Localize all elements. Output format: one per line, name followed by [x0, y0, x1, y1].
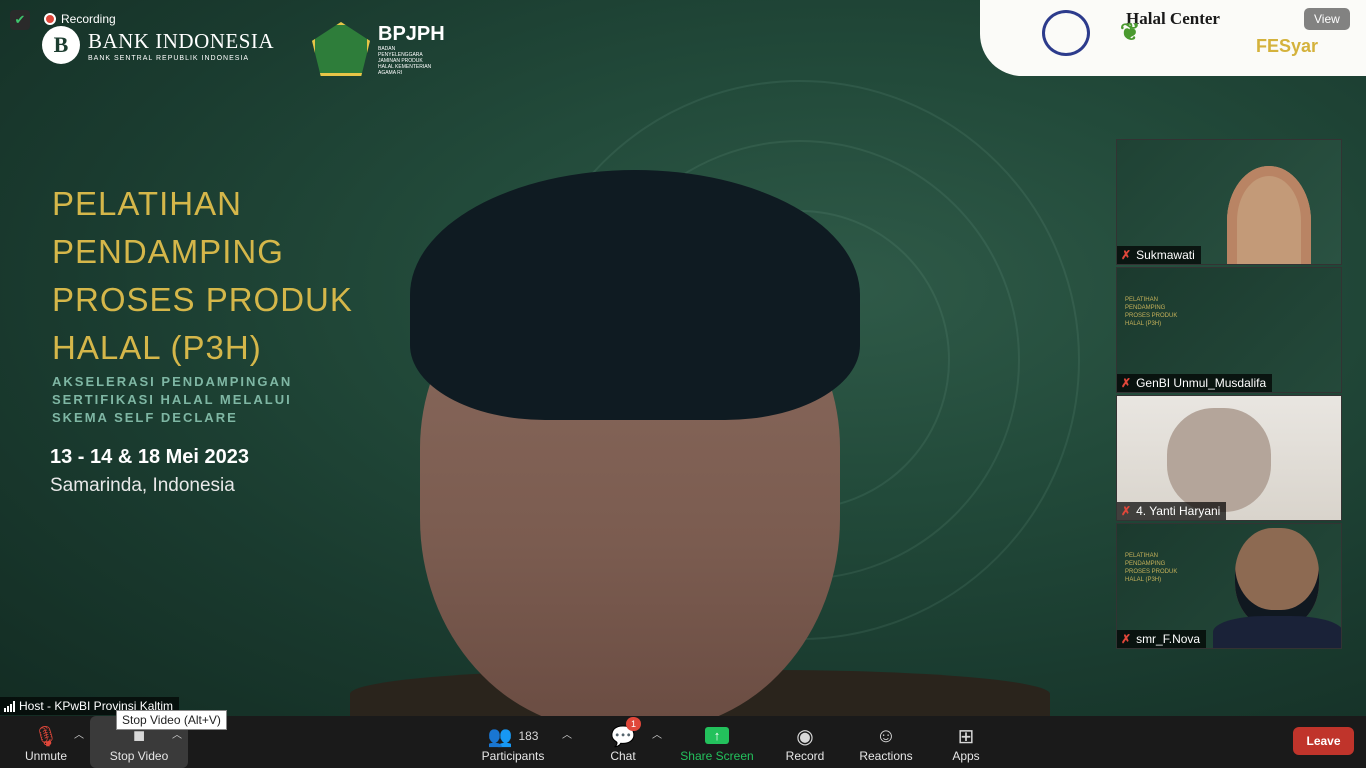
participants-button[interactable]: 👥 183 Participants — [476, 716, 550, 768]
participant-name-tag: ✗ 4. Yanti Haryani — [1117, 502, 1227, 520]
bi-title: BANK INDONESIA — [88, 28, 275, 53]
chat-unread-badge: 1 — [626, 717, 641, 731]
signal-strength-icon — [4, 700, 15, 712]
bpjph-emblem-icon — [312, 22, 370, 76]
apps-grid-icon: ⊞ — [957, 725, 975, 748]
record-icon: ◉ — [796, 725, 814, 748]
share-screen-arrow-icon: ↑ — [705, 727, 729, 744]
participant-tile[interactable]: ✗ 4. Yanti Haryani — [1116, 395, 1342, 521]
university-seal-icon — [1042, 10, 1090, 56]
stop-video-tooltip: Stop Video (Alt+V) — [116, 710, 227, 730]
muted-mic-icon: ✗ — [1121, 632, 1132, 646]
unmute-button[interactable]: 🎙 Unmute — [14, 716, 78, 768]
event-place: Samarinda, Indonesia — [50, 475, 235, 496]
share-screen-button[interactable]: ↑ Share Screen — [678, 716, 756, 768]
participant-name-tag: ✗ Sukmawati — [1117, 246, 1201, 264]
recording-indicator[interactable]: Recording — [44, 12, 116, 26]
chat-options-chevron-icon[interactable]: ︿ — [652, 726, 662, 741]
smiley-plus-icon: ☺ — [875, 724, 897, 747]
muted-mic-icon: ✗ — [1121, 248, 1132, 262]
participant-tile[interactable]: PELATIHAN PENDAMPING PROSES PRODUK HALAL (P… — [1116, 523, 1342, 649]
bpjph-logo: BPJPH BADAN PENYELENGGARA JAMINAN PRODUK… — [312, 22, 445, 76]
bpjph-title: BPJPH — [378, 22, 445, 45]
record-button[interactable]: ◉ Record — [782, 716, 828, 768]
participant-name-tag: ✗ smr_F.Nova — [1117, 630, 1207, 648]
event-title: PELATIHAN PENDAMPING PROSES PRODUK HALAL… — [52, 185, 353, 366]
bank-indonesia-logo: B BANK INDONESIA BANK SENTRAL REPUBLIK I… — [42, 26, 274, 64]
presenter-video — [350, 170, 1050, 716]
participant-tile[interactable]: ✗ Sukmawati — [1116, 139, 1342, 265]
record-dot-icon — [44, 13, 56, 25]
fesyar-logo: FESyar — [1256, 36, 1319, 56]
audio-options-chevron-icon[interactable]: ︿ — [74, 726, 84, 741]
thumb-slide-text: PELATIHAN PENDAMPING PROSES PRODUK HALAL (P… — [1125, 553, 1178, 583]
participant-gallery: ✗ Sukmawati PELATIHAN PENDAMPING PROSES PR… — [1116, 139, 1342, 651]
zoom-meeting-window: B BANK INDONESIA BANK SENTRAL REPUBLIK I… — [0, 0, 1366, 768]
thumb-slide-text: PELATIHAN PENDAMPING PROSES PRODUK HALAL (P… — [1125, 297, 1178, 327]
recording-label: Recording — [61, 12, 116, 26]
reactions-button[interactable]: ☺ Reactions — [856, 716, 916, 768]
participants-icon: 👥 — [487, 725, 513, 748]
muted-microphone-icon: 🎙 — [33, 725, 59, 748]
event-date: 13 - 14 & 18 Mei 2023 — [50, 446, 250, 468]
event-subtitle: AKSELERASI PENDAMPINGAN SERTIFIKASI HALA… — [52, 374, 293, 425]
halal-center-logo: ❦ Halal Center — [1120, 9, 1220, 46]
muted-mic-icon: ✗ — [1121, 376, 1132, 390]
participants-options-chevron-icon[interactable]: ︿ — [562, 726, 572, 741]
leave-button[interactable]: Leave — [1293, 727, 1354, 755]
view-button[interactable]: View — [1304, 8, 1350, 30]
leaf-icon: ❦ — [1120, 20, 1141, 46]
security-shield-icon[interactable]: ✔ — [10, 10, 30, 30]
apps-button[interactable]: ⊞ Apps — [946, 716, 986, 768]
participant-tile[interactable]: PELATIHAN PENDAMPING PROSES PRODUK HALAL (P… — [1116, 267, 1342, 393]
muted-mic-icon: ✗ — [1121, 504, 1132, 518]
bank-indonesia-mark-icon: B — [42, 26, 80, 64]
bi-subtitle: BANK SENTRAL REPUBLIK INDONESIA — [88, 54, 250, 62]
participants-count: 183 — [518, 729, 539, 743]
bpjph-subtitle: BADAN PENYELENGGARA JAMINAN PRODUK HALAL… — [378, 45, 432, 76]
participant-name-tag: ✗ GenBI Unmul_Musdalifa — [1117, 374, 1273, 392]
